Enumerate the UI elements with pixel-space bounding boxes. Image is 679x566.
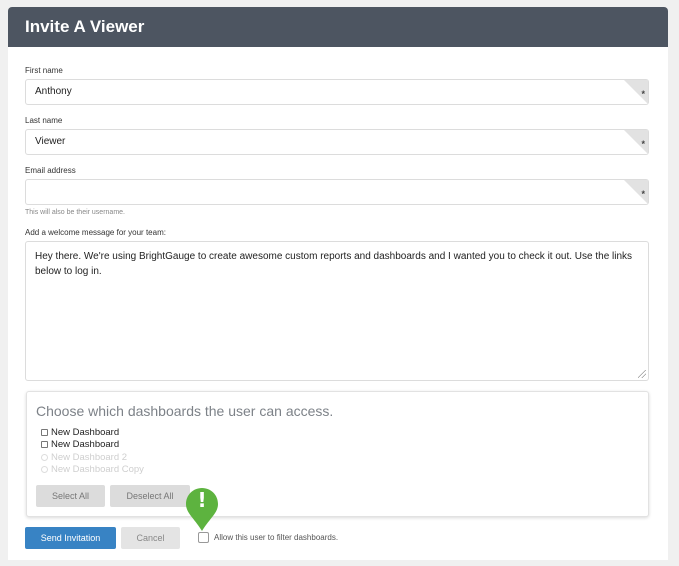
resize-grip-icon[interactable]: [638, 370, 646, 378]
deselect-all-button[interactable]: Deselect All: [110, 485, 190, 507]
invite-viewer-modal: Invite A Viewer First name Anthony * Las…: [8, 7, 668, 560]
dashboard-item-label: New Dashboard: [51, 426, 120, 438]
cancel-button[interactable]: Cancel: [121, 527, 180, 549]
filter-dashboards-label: Allow this user to filter dashboards.: [214, 533, 339, 542]
welcome-message-label: Add a welcome message for your team:: [25, 228, 166, 237]
first-name-value: Anthony: [35, 86, 72, 97]
last-name-field[interactable]: Viewer *: [25, 129, 649, 155]
dashboard-item: New Dashboard 2: [41, 451, 144, 464]
dashboard-item-label: New Dashboard 2: [51, 451, 128, 463]
dashboard-item-label: New Dashboard Copy: [51, 464, 144, 476]
required-asterisk-icon: *: [641, 189, 645, 199]
dashboard-access-panel: Choose which dashboards the user can acc…: [26, 391, 649, 517]
required-asterisk-icon: *: [641, 89, 645, 99]
exclamation-glyph: !: [197, 488, 207, 512]
email-hint: This will also be their username.: [25, 209, 125, 216]
dashboard-item[interactable]: New Dashboard: [41, 439, 144, 452]
modal-title: Invite A Viewer: [8, 7, 668, 47]
dashboard-checkbox[interactable]: [41, 441, 48, 449]
dashboard-item[interactable]: New Dashboard: [41, 426, 144, 439]
dashboard-item: New Dashboard Copy: [41, 464, 144, 477]
first-name-field[interactable]: Anthony *: [25, 79, 649, 105]
filter-dashboards-checkbox[interactable]: [198, 532, 209, 543]
dashboard-radio: [41, 466, 48, 474]
dashboard-access-title: Choose which dashboards the user can acc…: [36, 403, 334, 419]
last-name-label: Last name: [25, 116, 63, 125]
welcome-message-textarea[interactable]: Hey there. We're using BrightGauge to cr…: [25, 241, 649, 381]
email-label: Email address: [25, 166, 76, 175]
first-name-label: First name: [25, 66, 63, 75]
dashboard-radio: [41, 453, 48, 461]
exclamation-pin-icon: !: [185, 487, 219, 532]
last-name-value: Viewer: [35, 136, 66, 147]
email-field[interactable]: *: [25, 179, 649, 205]
dashboard-checkbox[interactable]: [41, 428, 48, 436]
welcome-message-text: Hey there. We're using BrightGauge to cr…: [35, 251, 633, 277]
dashboard-list: New Dashboard New Dashboard New Dashboar…: [41, 426, 144, 476]
select-all-button[interactable]: Select All: [36, 485, 105, 507]
send-invitation-button[interactable]: Send Invitation: [25, 527, 116, 549]
required-asterisk-icon: *: [641, 139, 645, 149]
filter-dashboards-option[interactable]: Allow this user to filter dashboards.: [198, 532, 338, 543]
dashboard-item-label: New Dashboard: [51, 439, 120, 451]
